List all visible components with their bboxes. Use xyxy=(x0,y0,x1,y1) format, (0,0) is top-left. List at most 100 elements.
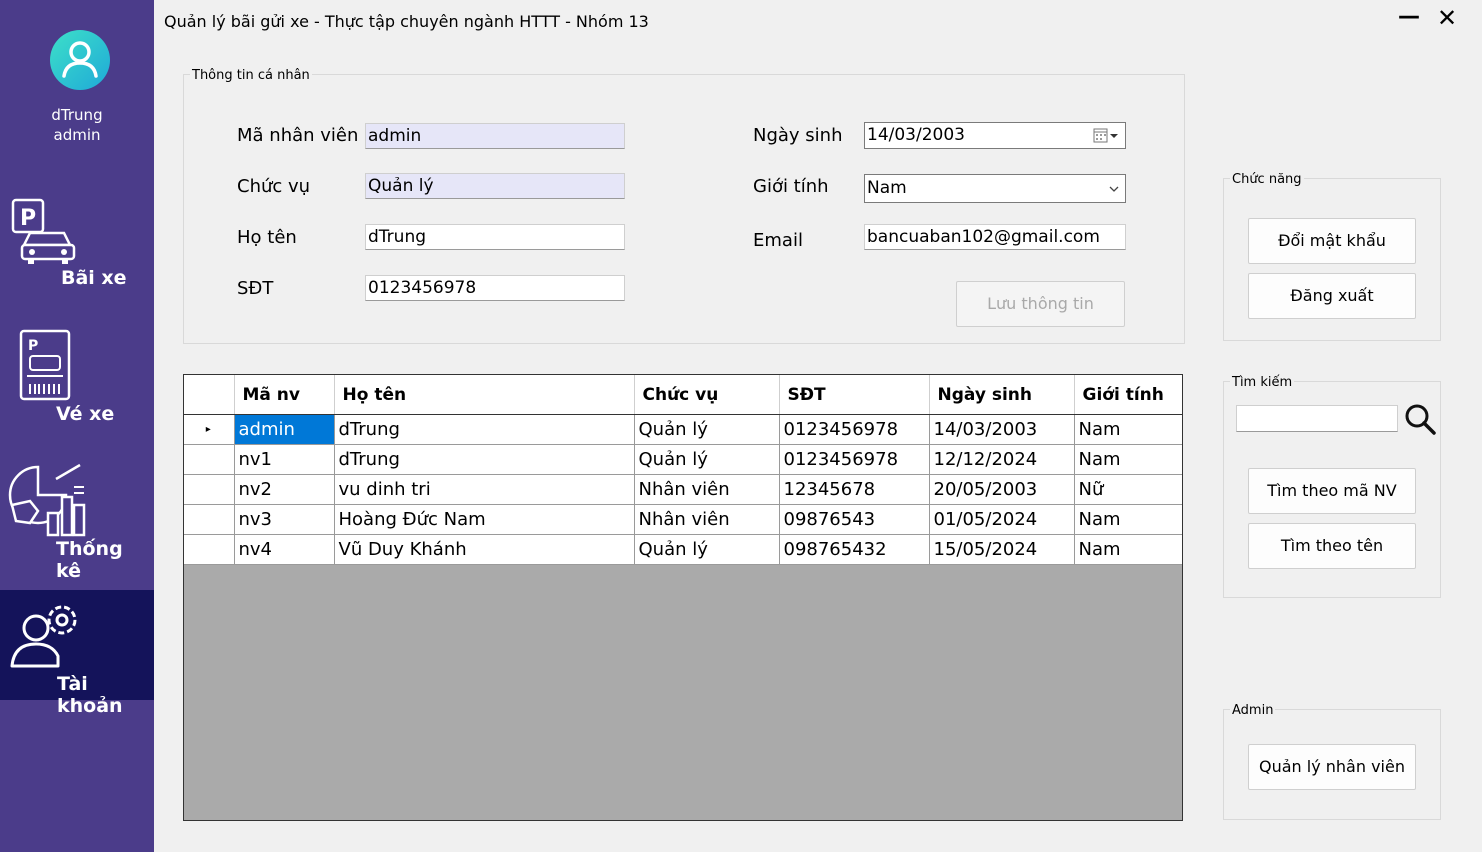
table-cell[interactable]: Nam xyxy=(1074,534,1182,565)
user-avatar-icon xyxy=(50,30,110,90)
gender-label: Giới tính xyxy=(753,176,829,197)
table-cell[interactable]: Nam xyxy=(1074,414,1182,445)
table-cell[interactable]: Quản lý xyxy=(634,414,780,445)
table-cell[interactable]: Nữ xyxy=(1074,474,1182,505)
table-row[interactable]: nv3 Hoàng Đức Nam Nhân viên 09876543 01/… xyxy=(184,504,1182,535)
table-row[interactable]: nv4 Vũ Duy Khánh Quản lý 098765432 15/05… xyxy=(184,534,1182,565)
change-password-button[interactable]: Đổi mật khẩu xyxy=(1248,218,1416,264)
table-cell[interactable]: 12345678 xyxy=(779,474,930,505)
admin-group-title: Admin xyxy=(1230,703,1276,718)
sidebar-item-ve-xe[interactable]: P Vé xe xyxy=(0,320,154,430)
table-cell[interactable]: vu dinh tri xyxy=(334,474,635,505)
close-button[interactable]: ✕ xyxy=(1434,4,1460,34)
statistics-icon xyxy=(8,463,86,537)
gender-select[interactable]: Nam xyxy=(864,174,1126,203)
position-label: Chức vụ xyxy=(237,176,311,197)
minimize-button[interactable]: — xyxy=(1396,4,1422,34)
table-cell[interactable]: 15/05/2024 xyxy=(929,534,1075,565)
row-header[interactable] xyxy=(184,444,235,475)
table-cell[interactable]: nv4 xyxy=(234,534,335,565)
manage-staff-button[interactable]: Quản lý nhân viên xyxy=(1248,744,1416,790)
logout-button[interactable]: Đăng xuất xyxy=(1248,273,1416,319)
table-row[interactable]: nv2 vu dinh tri Nhân viên 12345678 20/05… xyxy=(184,474,1182,505)
search-by-name-button[interactable]: Tìm theo tên xyxy=(1248,523,1416,569)
birthdate-picker[interactable]: 14/03/2003 xyxy=(864,122,1126,149)
sidebar-item-bai-xe[interactable]: P Bãi xe xyxy=(0,185,154,295)
user-name: dTrung xyxy=(51,106,103,124)
chevron-down-icon xyxy=(1109,186,1119,192)
column-header[interactable]: SĐT xyxy=(779,375,930,415)
svg-text:P: P xyxy=(20,206,36,231)
table-cell[interactable]: Nhân viên xyxy=(634,474,780,505)
column-header[interactable]: Chức vụ xyxy=(634,375,780,415)
sidebar-item-label: Thống kê xyxy=(56,538,123,582)
table-cell[interactable]: nv3 xyxy=(234,504,335,535)
table-cell[interactable]: 0123456978 xyxy=(779,444,930,475)
full-name-label: Họ tên xyxy=(237,227,297,248)
phone-field[interactable]: 0123456978 xyxy=(365,275,625,301)
search-icon[interactable] xyxy=(1403,402,1437,436)
table-header-row: Mã nv Họ tên Chức vụ SĐT Ngày sinh Giới … xyxy=(184,375,1182,415)
calendar-dropdown-icon[interactable] xyxy=(1093,128,1119,144)
column-header[interactable]: Họ tên xyxy=(334,375,635,415)
sidebar-item-tai-khoan[interactable]: Tài khoản xyxy=(0,590,154,717)
table-cell[interactable]: 12/12/2024 xyxy=(929,444,1075,475)
sidebar-item-label: Bãi xe xyxy=(61,267,127,289)
employee-table: Mã nv Họ tên Chức vụ SĐT Ngày sinh Giới … xyxy=(184,375,1182,565)
table-cell[interactable]: nv2 xyxy=(234,474,335,505)
table-cell[interactable]: Nhân viên xyxy=(634,504,780,535)
row-header-corner xyxy=(184,375,235,415)
table-cell[interactable]: 01/05/2024 xyxy=(929,504,1075,535)
column-header[interactable]: Giới tính xyxy=(1074,375,1182,415)
column-header[interactable]: Ngày sinh xyxy=(929,375,1075,415)
svg-text:P: P xyxy=(28,338,38,354)
row-header[interactable] xyxy=(184,474,235,505)
table-cell[interactable]: 0123456978 xyxy=(779,414,930,445)
birthdate-label: Ngày sinh xyxy=(753,125,843,146)
employee-id-field[interactable]: admin xyxy=(365,123,625,149)
personal-info-group-title: Thông tin cá nhân xyxy=(190,68,312,83)
gender-value: Nam xyxy=(867,178,907,198)
table-cell[interactable]: Hoàng Đức Nam xyxy=(334,504,635,535)
row-header[interactable] xyxy=(184,504,235,535)
search-group-title: Tìm kiếm xyxy=(1230,375,1295,390)
user-role: admin xyxy=(53,126,101,144)
table-cell[interactable]: 14/03/2003 xyxy=(929,414,1075,445)
table-row[interactable]: ▸ admin dTrung Quản lý 0123456978 14/03/… xyxy=(184,414,1182,445)
email-label: Email xyxy=(753,230,803,251)
table-cell[interactable]: 09876543 xyxy=(779,504,930,535)
table-cell[interactable]: Quản lý xyxy=(634,534,780,565)
employee-grid[interactable]: Mã nv Họ tên Chức vụ SĐT Ngày sinh Giới … xyxy=(183,374,1183,821)
table-cell[interactable]: 098765432 xyxy=(779,534,930,565)
search-input[interactable] xyxy=(1236,405,1398,432)
email-field[interactable]: bancuaban102@gmail.com xyxy=(864,224,1126,250)
functions-group-title: Chức năng xyxy=(1230,172,1304,187)
current-row-indicator-icon[interactable]: ▸ xyxy=(184,414,235,445)
table-cell[interactable]: Nam xyxy=(1074,444,1182,475)
table-row[interactable]: nv1 dTrung Quản lý 0123456978 12/12/2024… xyxy=(184,444,1182,475)
table-cell[interactable]: nv1 xyxy=(234,444,335,475)
birthdate-value: 14/03/2003 xyxy=(867,125,965,145)
table-cell[interactable]: dTrung xyxy=(334,444,635,475)
row-header[interactable] xyxy=(184,534,235,565)
full-name-field[interactable]: dTrung xyxy=(365,224,625,250)
sidebar: dTrung admin P Bãi xe P Vé xe Thống kê T… xyxy=(0,0,154,852)
sidebar-item-label: Tài khoản xyxy=(57,673,123,717)
table-cell[interactable]: Nam xyxy=(1074,504,1182,535)
position-field[interactable]: Quản lý xyxy=(365,173,625,199)
table-cell[interactable]: 20/05/2003 xyxy=(929,474,1075,505)
account-settings-icon xyxy=(10,605,77,668)
search-by-id-button[interactable]: Tìm theo mã NV xyxy=(1248,468,1416,514)
column-header[interactable]: Mã nv xyxy=(234,375,335,415)
sidebar-item-thong-ke[interactable]: Thống kê xyxy=(0,455,154,582)
table-cell[interactable]: admin xyxy=(234,414,335,445)
save-info-button[interactable]: Lưu thông tin xyxy=(956,281,1125,327)
table-cell[interactable]: dTrung xyxy=(334,414,635,445)
employee-id-label: Mã nhân viên xyxy=(237,125,359,146)
table-cell[interactable]: Quản lý xyxy=(634,444,780,475)
sidebar-item-label: Vé xe xyxy=(56,403,115,425)
table-cell[interactable]: Vũ Duy Khánh xyxy=(334,534,635,565)
phone-label: SĐT xyxy=(237,278,274,299)
window-title: Quản lý bãi gửi xe - Thực tập chuyên ngà… xyxy=(164,12,649,31)
parking-ticket-icon: P xyxy=(19,329,71,401)
